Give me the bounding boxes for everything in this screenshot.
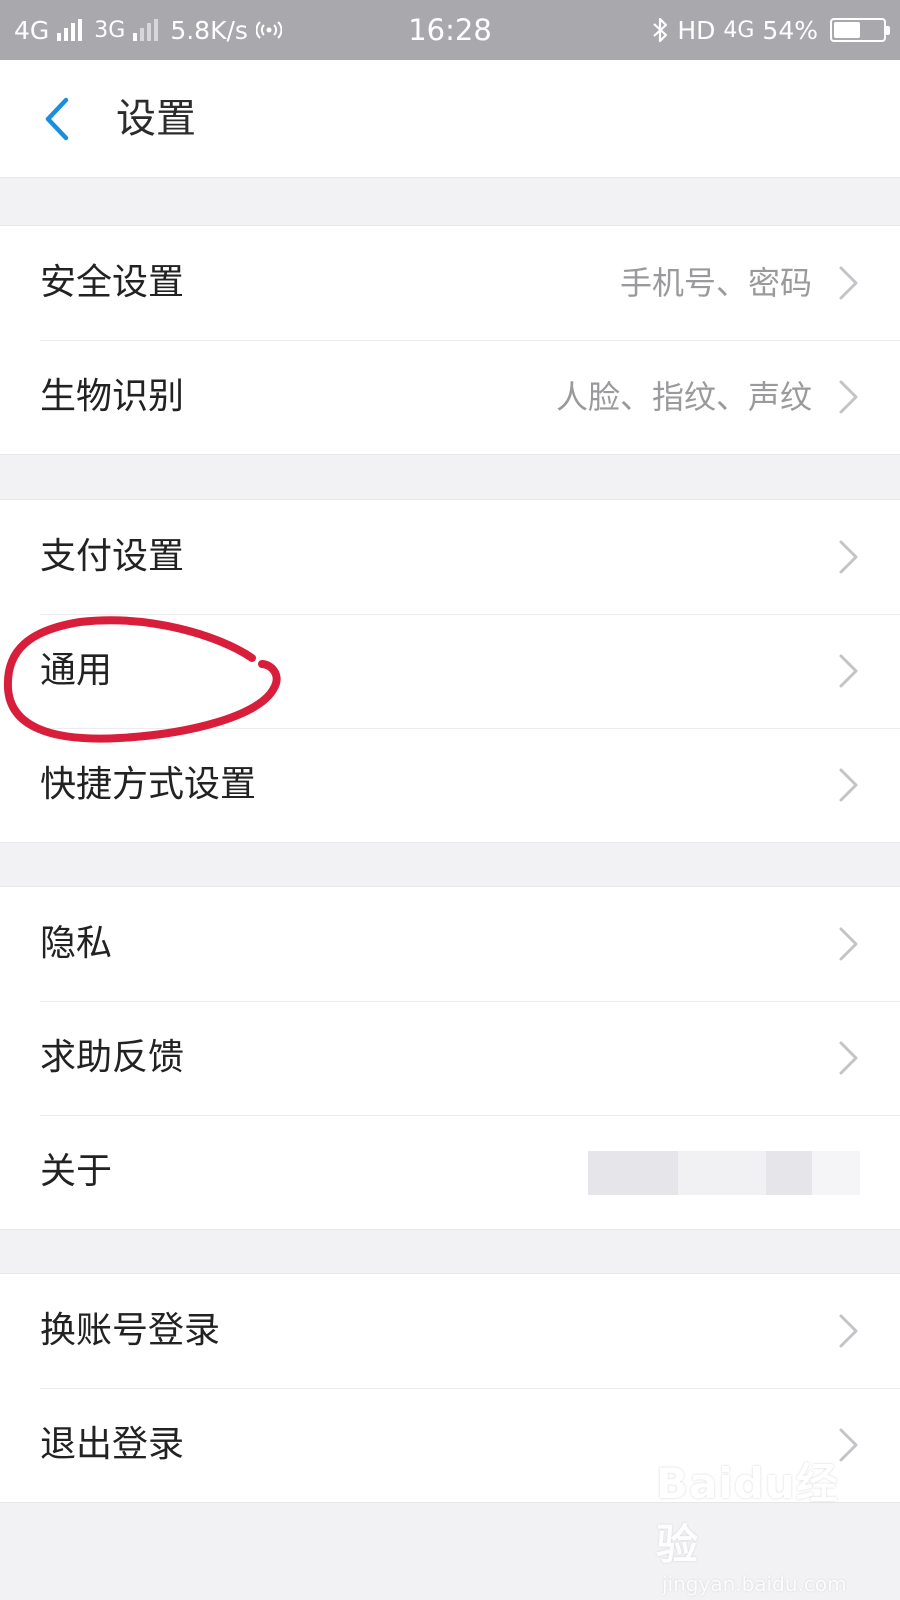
watermark-url: jingyan.baidu.com — [662, 1572, 847, 1596]
chevron-right-icon — [839, 1314, 858, 1348]
status-right: HD 4G 54% — [651, 0, 890, 60]
settings-item-value: 人脸、指纹、声纹 — [555, 378, 812, 416]
settings-item-label: 通用 — [40, 650, 113, 691]
battery-level — [834, 22, 860, 38]
watermark-logo: Baidu经验 — [656, 1459, 839, 1569]
settings-item-privacy[interactable]: 隐私 — [0, 887, 900, 1001]
settings-item-label: 隐私 — [40, 923, 113, 964]
settings-item-payment[interactable]: 支付设置 — [0, 500, 900, 614]
chevron-right-icon — [839, 266, 858, 300]
settings-group-support: 隐私 求助反馈 关于 — [0, 886, 900, 1230]
settings-item-about[interactable]: 关于 — [0, 1115, 900, 1229]
hd-badge: HD — [677, 15, 716, 45]
settings-item-security[interactable]: 安全设置 手机号、密码 — [0, 226, 900, 340]
settings-group-account-security: 安全设置 手机号、密码 生物识别 人脸、指纹、声纹 — [0, 225, 900, 455]
network-type-3: 4G — [723, 17, 755, 43]
chevron-right-icon — [839, 540, 858, 574]
settings-item-label: 求助反馈 — [40, 1037, 185, 1078]
settings-item-label: 安全设置 — [40, 262, 185, 303]
chevron-right-icon — [839, 380, 858, 414]
settings-item-label: 关于 — [40, 1151, 113, 1192]
chevron-right-icon — [839, 927, 858, 961]
settings-group-general: 支付设置 通用 快捷方式设置 — [0, 499, 900, 843]
settings-item-label: 换账号登录 — [40, 1310, 221, 1351]
settings-item-label: 支付设置 — [40, 536, 185, 577]
header-bar: 设置 — [0, 60, 900, 178]
battery-percent: 54% — [762, 15, 818, 45]
status-bar: 4G 3G 5.8K/s 16:28 HD 4G 54% — [0, 0, 900, 60]
settings-item-biometrics[interactable]: 生物识别 人脸、指纹、声纹 — [0, 340, 900, 454]
page-title: 设置 — [116, 96, 196, 142]
masked-version-info — [588, 1151, 860, 1195]
settings-item-switch-account[interactable]: 换账号登录 — [0, 1274, 900, 1388]
battery-icon — [830, 18, 890, 42]
settings-item-shortcuts[interactable]: 快捷方式设置 — [0, 728, 900, 842]
settings-item-label: 快捷方式设置 — [40, 764, 257, 805]
chevron-right-icon — [839, 768, 858, 802]
settings-item-general[interactable]: 通用 — [0, 614, 900, 728]
chevron-right-icon — [839, 654, 858, 688]
back-chevron-icon[interactable] — [36, 94, 80, 144]
settings-item-label: 生物识别 — [40, 376, 185, 417]
bluetooth-icon — [653, 17, 668, 43]
settings-item-label: 退出登录 — [40, 1424, 185, 1465]
settings-item-value: 手机号、密码 — [619, 264, 812, 302]
watermark: Baidu经验 jingyan.baidu.com — [656, 1450, 856, 1596]
settings-item-help-feedback[interactable]: 求助反馈 — [0, 1001, 900, 1115]
chevron-right-icon — [839, 1041, 858, 1075]
